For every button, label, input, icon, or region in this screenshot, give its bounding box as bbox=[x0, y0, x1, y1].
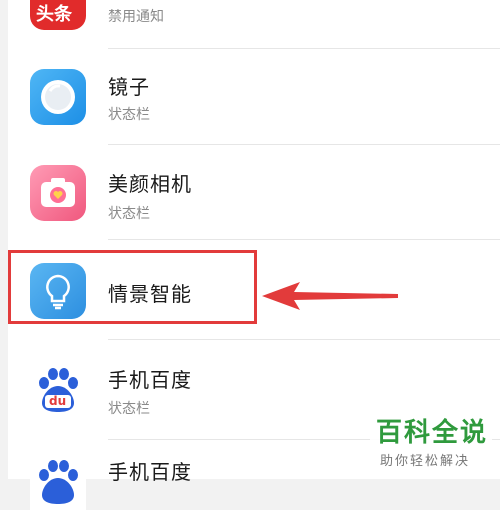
toutiao-logo-text: 头条 bbox=[36, 4, 72, 25]
app-name: 手机百度 bbox=[108, 368, 192, 392]
mirror-icon bbox=[30, 69, 86, 125]
app-status: 状态栏 bbox=[108, 401, 150, 417]
app-row-toutiao[interactable]: 头条 禁用通知 bbox=[8, 0, 500, 50]
toutiao-icon: 头条 bbox=[30, 0, 86, 30]
app-status: 状态栏 bbox=[108, 107, 150, 123]
baidu-logo-text: du bbox=[49, 394, 67, 408]
app-name: 手机百度 bbox=[108, 460, 192, 484]
watermark: 百科全说 助你轻松解决 bbox=[370, 410, 492, 473]
arrow-left-icon bbox=[262, 282, 398, 310]
highlight-box bbox=[8, 250, 257, 324]
app-status: 禁用通知 bbox=[108, 9, 164, 25]
beauty-camera-icon bbox=[30, 165, 86, 221]
app-name: 美颜相机 bbox=[108, 172, 192, 196]
baidu-paw-icon: du bbox=[30, 362, 86, 418]
watermark-title: 百科全说 bbox=[376, 418, 489, 448]
baidu-paw-icon bbox=[30, 454, 86, 510]
app-row-mirror[interactable]: 镜子 状态栏 bbox=[8, 50, 500, 145]
app-name: 镜子 bbox=[108, 75, 150, 99]
app-list-card: 头条 禁用通知 镜子 状态栏 美颜相机 状态栏 情景智能 du 手机百度 状态栏… bbox=[8, 0, 500, 510]
app-status: 状态栏 bbox=[108, 206, 150, 222]
watermark-subtitle: 助你轻松解决 bbox=[380, 454, 471, 469]
app-row-beauty-camera[interactable]: 美颜相机 状态栏 bbox=[8, 145, 500, 240]
divider bbox=[108, 48, 500, 49]
